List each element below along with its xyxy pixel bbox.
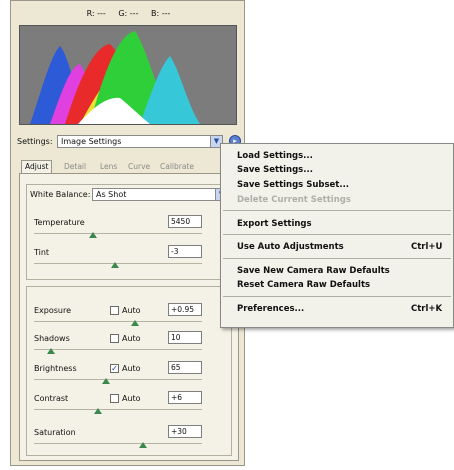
menu-separator: [223, 234, 451, 235]
menu-separator: [223, 258, 451, 259]
shadows-auto-label: Auto: [122, 334, 141, 343]
white-balance-label: White Balance:: [30, 190, 91, 199]
shadows-label: Shadows: [34, 334, 70, 343]
menu-shortcut-preferences: Ctrl+K: [411, 304, 443, 314]
menu-item-save-settings-subset[interactable]: Save Settings Subset...: [237, 180, 349, 190]
menu-item-reset-camera-raw-defaults[interactable]: Reset Camera Raw Defaults: [237, 280, 370, 290]
rgb-readout: R: --- G: --- B: ---: [11, 9, 246, 18]
menu-item-save-settings[interactable]: Save Settings...: [237, 165, 313, 175]
tab-detail[interactable]: Detail: [61, 161, 89, 173]
g-readout: G: ---: [118, 9, 139, 18]
contrast-label: Contrast: [34, 394, 69, 403]
exposure-label: Exposure: [34, 306, 72, 315]
settings-label: Settings:: [17, 137, 53, 146]
brightness-value-field[interactable]: 65: [168, 361, 202, 374]
contrast-auto-label: Auto: [122, 394, 141, 403]
menu-item-export-settings[interactable]: Export Settings: [237, 219, 312, 229]
menu-item-load-settings[interactable]: Load Settings...: [237, 151, 313, 161]
exposure-slider-track[interactable]: [34, 321, 202, 322]
contrast-value-field[interactable]: +6: [168, 391, 202, 404]
histogram-graph: [30, 31, 200, 124]
shadows-slider-thumb[interactable]: [46, 348, 55, 354]
contrast-slider-thumb[interactable]: [93, 408, 102, 414]
white-balance-select[interactable]: As Shot ▼: [92, 188, 228, 201]
temperature-value-field[interactable]: 5450: [168, 215, 202, 228]
temperature-label: Temperature: [34, 218, 85, 227]
menu-separator: [223, 296, 451, 297]
temperature-slider-track[interactable]: [34, 233, 202, 234]
brightness-label: Brightness: [34, 364, 77, 373]
tab-curve[interactable]: Curve: [125, 161, 153, 173]
shadows-value-field[interactable]: 10: [168, 331, 202, 344]
settings-select[interactable]: Image Settings ▼: [57, 135, 223, 148]
saturation-value-field[interactable]: +30: [168, 425, 202, 438]
tint-slider-thumb[interactable]: [110, 262, 119, 268]
menu-item-save-new-camera-raw-defaults[interactable]: Save New Camera Raw Defaults: [237, 266, 390, 276]
brightness-auto-label: Auto: [122, 364, 141, 373]
temperature-slider-thumb[interactable]: [88, 232, 97, 238]
menu-item-preferences[interactable]: Preferences...: [237, 304, 304, 314]
settings-flyout-menu: Load Settings... Save Settings... Save Set…: [220, 143, 454, 328]
contrast-auto-checkbox[interactable]: [110, 394, 119, 403]
brightness-auto-checkbox[interactable]: ✓: [110, 364, 119, 373]
saturation-slider-track[interactable]: [34, 443, 202, 444]
exposure-auto-label: Auto: [122, 306, 141, 315]
tint-value-field[interactable]: -3: [168, 245, 202, 258]
settings-select-value: Image Settings: [61, 137, 122, 146]
shadows-slider-track[interactable]: [34, 349, 202, 350]
white-balance-value: As Shot: [96, 190, 127, 199]
brightness-slider-track[interactable]: [34, 379, 202, 380]
contrast-slider-track[interactable]: [34, 409, 202, 410]
tab-bar: Adjust Detail Lens Curve Calibrate: [19, 160, 241, 174]
histogram: [19, 25, 237, 125]
adjust-tab-body: White Balance: As Shot ▼ Temperature 5450…: [19, 173, 239, 461]
settings-row: Settings: Image Settings ▼ ▸: [17, 135, 242, 151]
tint-label: Tint: [34, 248, 50, 257]
tab-lens[interactable]: Lens: [97, 161, 120, 173]
menu-item-use-auto-adjustments[interactable]: Use Auto Adjustments: [237, 242, 344, 252]
brightness-slider-thumb[interactable]: [102, 378, 111, 384]
exposure-auto-checkbox[interactable]: [110, 306, 119, 315]
r-readout: R: ---: [86, 9, 106, 18]
menu-separator: [223, 210, 451, 211]
tab-calibrate[interactable]: Calibrate: [157, 161, 197, 173]
menu-shortcut-use-auto-adjustments: Ctrl+U: [411, 242, 443, 252]
exposure-value-field[interactable]: +0.95: [168, 303, 202, 316]
b-readout: B: ---: [151, 9, 171, 18]
menu-item-delete-current-settings: Delete Current Settings: [237, 195, 351, 205]
camera-raw-panel: R: --- G: --- B: --- Settings: Image Set…: [10, 0, 245, 466]
tab-adjust[interactable]: Adjust: [21, 160, 53, 174]
exposure-slider-thumb[interactable]: [130, 320, 139, 326]
saturation-slider-thumb[interactable]: [139, 442, 148, 448]
saturation-label: Saturation: [34, 428, 76, 437]
shadows-auto-checkbox[interactable]: [110, 334, 119, 343]
